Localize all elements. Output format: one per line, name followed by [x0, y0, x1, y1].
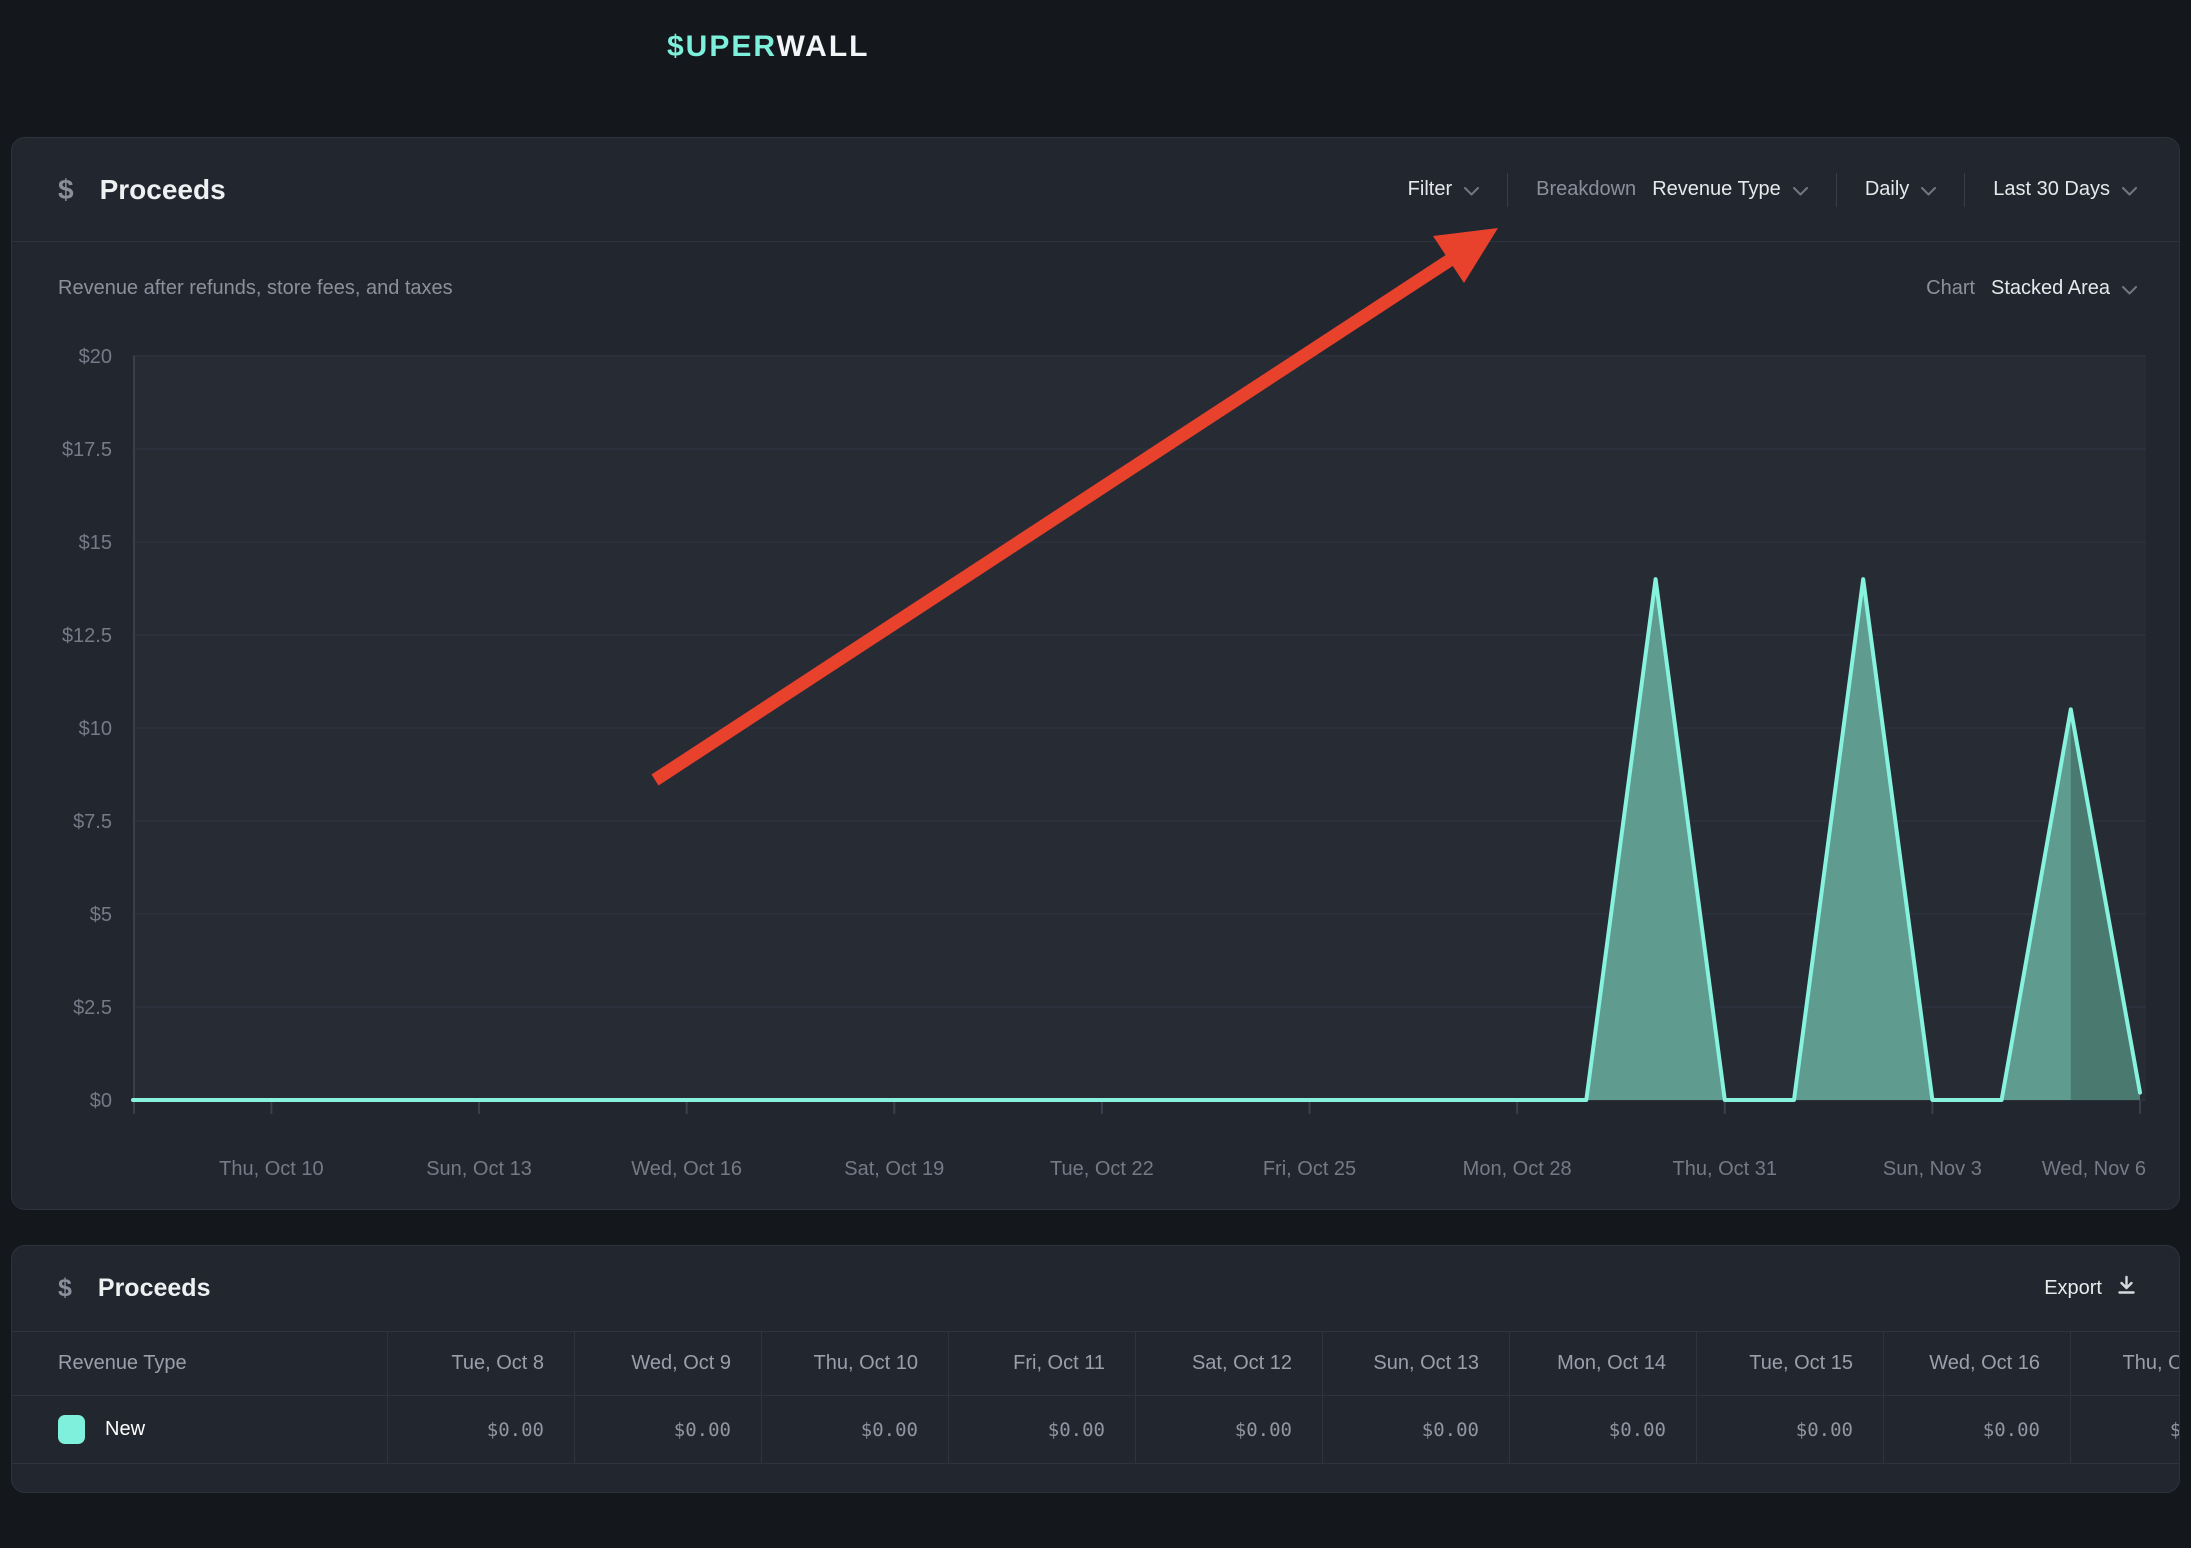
value-cell: $0.00 — [761, 1396, 948, 1463]
value-cell: $0.00 — [1135, 1396, 1322, 1463]
value-cell: $0.00 — [574, 1396, 761, 1463]
chart-subtitle-row: Revenue after refunds, store fees, and t… — [58, 276, 2137, 301]
chevron-down-icon — [1464, 179, 1479, 202]
dollar-icon: $ — [58, 1274, 72, 1303]
chart-type-label: Chart — [1926, 277, 1975, 300]
column-header-date: Wed, Oct 9 — [574, 1332, 761, 1395]
chart-type-value: Stacked Area — [1991, 277, 2110, 300]
chart-type-dropdown[interactable]: Chart Stacked Area — [1926, 276, 2137, 301]
logo-dollar-part: $UPER — [667, 30, 777, 63]
download-icon — [2116, 1275, 2137, 1302]
column-header-date: Tue, Oct 15 — [1696, 1332, 1883, 1395]
filter-label: Filter — [1408, 178, 1452, 201]
divider — [1836, 173, 1837, 207]
logo-wall-part: WALL — [777, 30, 870, 63]
value-cell: $0.00 — [948, 1396, 1135, 1463]
chart-controls: Filter Breakdown Revenue Type Daily — [1408, 173, 2137, 207]
series-color-swatch — [58, 1415, 85, 1444]
breakdown-label: Breakdown — [1536, 178, 1636, 201]
breakdown-value: Revenue Type — [1652, 178, 1781, 201]
dashboard-page: $UPERWALL $ Proceeds Filter Breakdown Re… — [0, 0, 2191, 1548]
value-cell: $0.00 — [1696, 1396, 1883, 1463]
filter-dropdown[interactable]: Filter — [1408, 177, 1479, 202]
chart-subtitle: Revenue after refunds, store fees, and t… — [58, 277, 453, 300]
export-label: Export — [2044, 1277, 2102, 1300]
export-button[interactable]: Export — [2044, 1275, 2137, 1302]
row-label-cell: New — [12, 1396, 387, 1463]
proceeds-chart-card: $ Proceeds Filter Breakdown Revenue Type — [11, 137, 2180, 1210]
column-header-date: Thu, Oct 17 — [2070, 1332, 2180, 1395]
dollar-icon: $ — [58, 174, 74, 206]
column-header-date: Tue, Oct 8 — [387, 1332, 574, 1395]
proceeds-table: Revenue TypeTue, Oct 8Wed, Oct 9Thu, Oct… — [12, 1331, 2180, 1464]
value-cell: $0.00 — [1322, 1396, 1509, 1463]
column-header-date: Sun, Oct 13 — [1322, 1332, 1509, 1395]
chart-card-title: Proceeds — [100, 174, 226, 206]
divider — [1964, 173, 1965, 207]
chevron-down-icon — [1921, 179, 1936, 202]
date-range-dropdown[interactable]: Last 30 Days — [1993, 177, 2137, 202]
column-header-revenue-type: Revenue Type — [12, 1332, 387, 1395]
granularity-value: Daily — [1865, 178, 1909, 201]
table-header-row: Revenue TypeTue, Oct 8Wed, Oct 9Thu, Oct… — [12, 1331, 2180, 1396]
chevron-down-icon — [1793, 179, 1808, 202]
column-header-date: Sat, Oct 12 — [1135, 1332, 1322, 1395]
row-label: New — [105, 1418, 145, 1441]
column-header-date: Thu, Oct 10 — [761, 1332, 948, 1395]
value-cell: $0.00 — [387, 1396, 574, 1463]
chart-card-header: $ Proceeds Filter Breakdown Revenue Type — [12, 138, 2179, 242]
value-cell: $0.00 — [2070, 1396, 2180, 1463]
table-card-title: Proceeds — [98, 1274, 211, 1303]
column-header-date: Fri, Oct 11 — [948, 1332, 1135, 1395]
divider — [1507, 173, 1508, 207]
date-range-value: Last 30 Days — [1993, 178, 2110, 201]
value-cell: $0.00 — [1509, 1396, 1696, 1463]
breakdown-dropdown[interactable]: Breakdown Revenue Type — [1536, 177, 1808, 202]
value-cell: $0.00 — [1883, 1396, 2070, 1463]
granularity-dropdown[interactable]: Daily — [1865, 177, 1936, 202]
table-row: New$0.00$0.00$0.00$0.00$0.00$0.00$0.00$0… — [12, 1396, 2180, 1464]
table-card-header: $ Proceeds Export — [12, 1246, 2179, 1331]
chevron-down-icon — [2122, 278, 2137, 301]
column-header-date: Wed, Oct 16 — [1883, 1332, 2070, 1395]
chevron-down-icon — [2122, 179, 2137, 202]
superwall-logo: $UPERWALL — [667, 30, 869, 64]
proceeds-table-card: $ Proceeds Export Revenue TypeTue, Oct 8… — [11, 1245, 2180, 1493]
column-header-date: Mon, Oct 14 — [1509, 1332, 1696, 1395]
